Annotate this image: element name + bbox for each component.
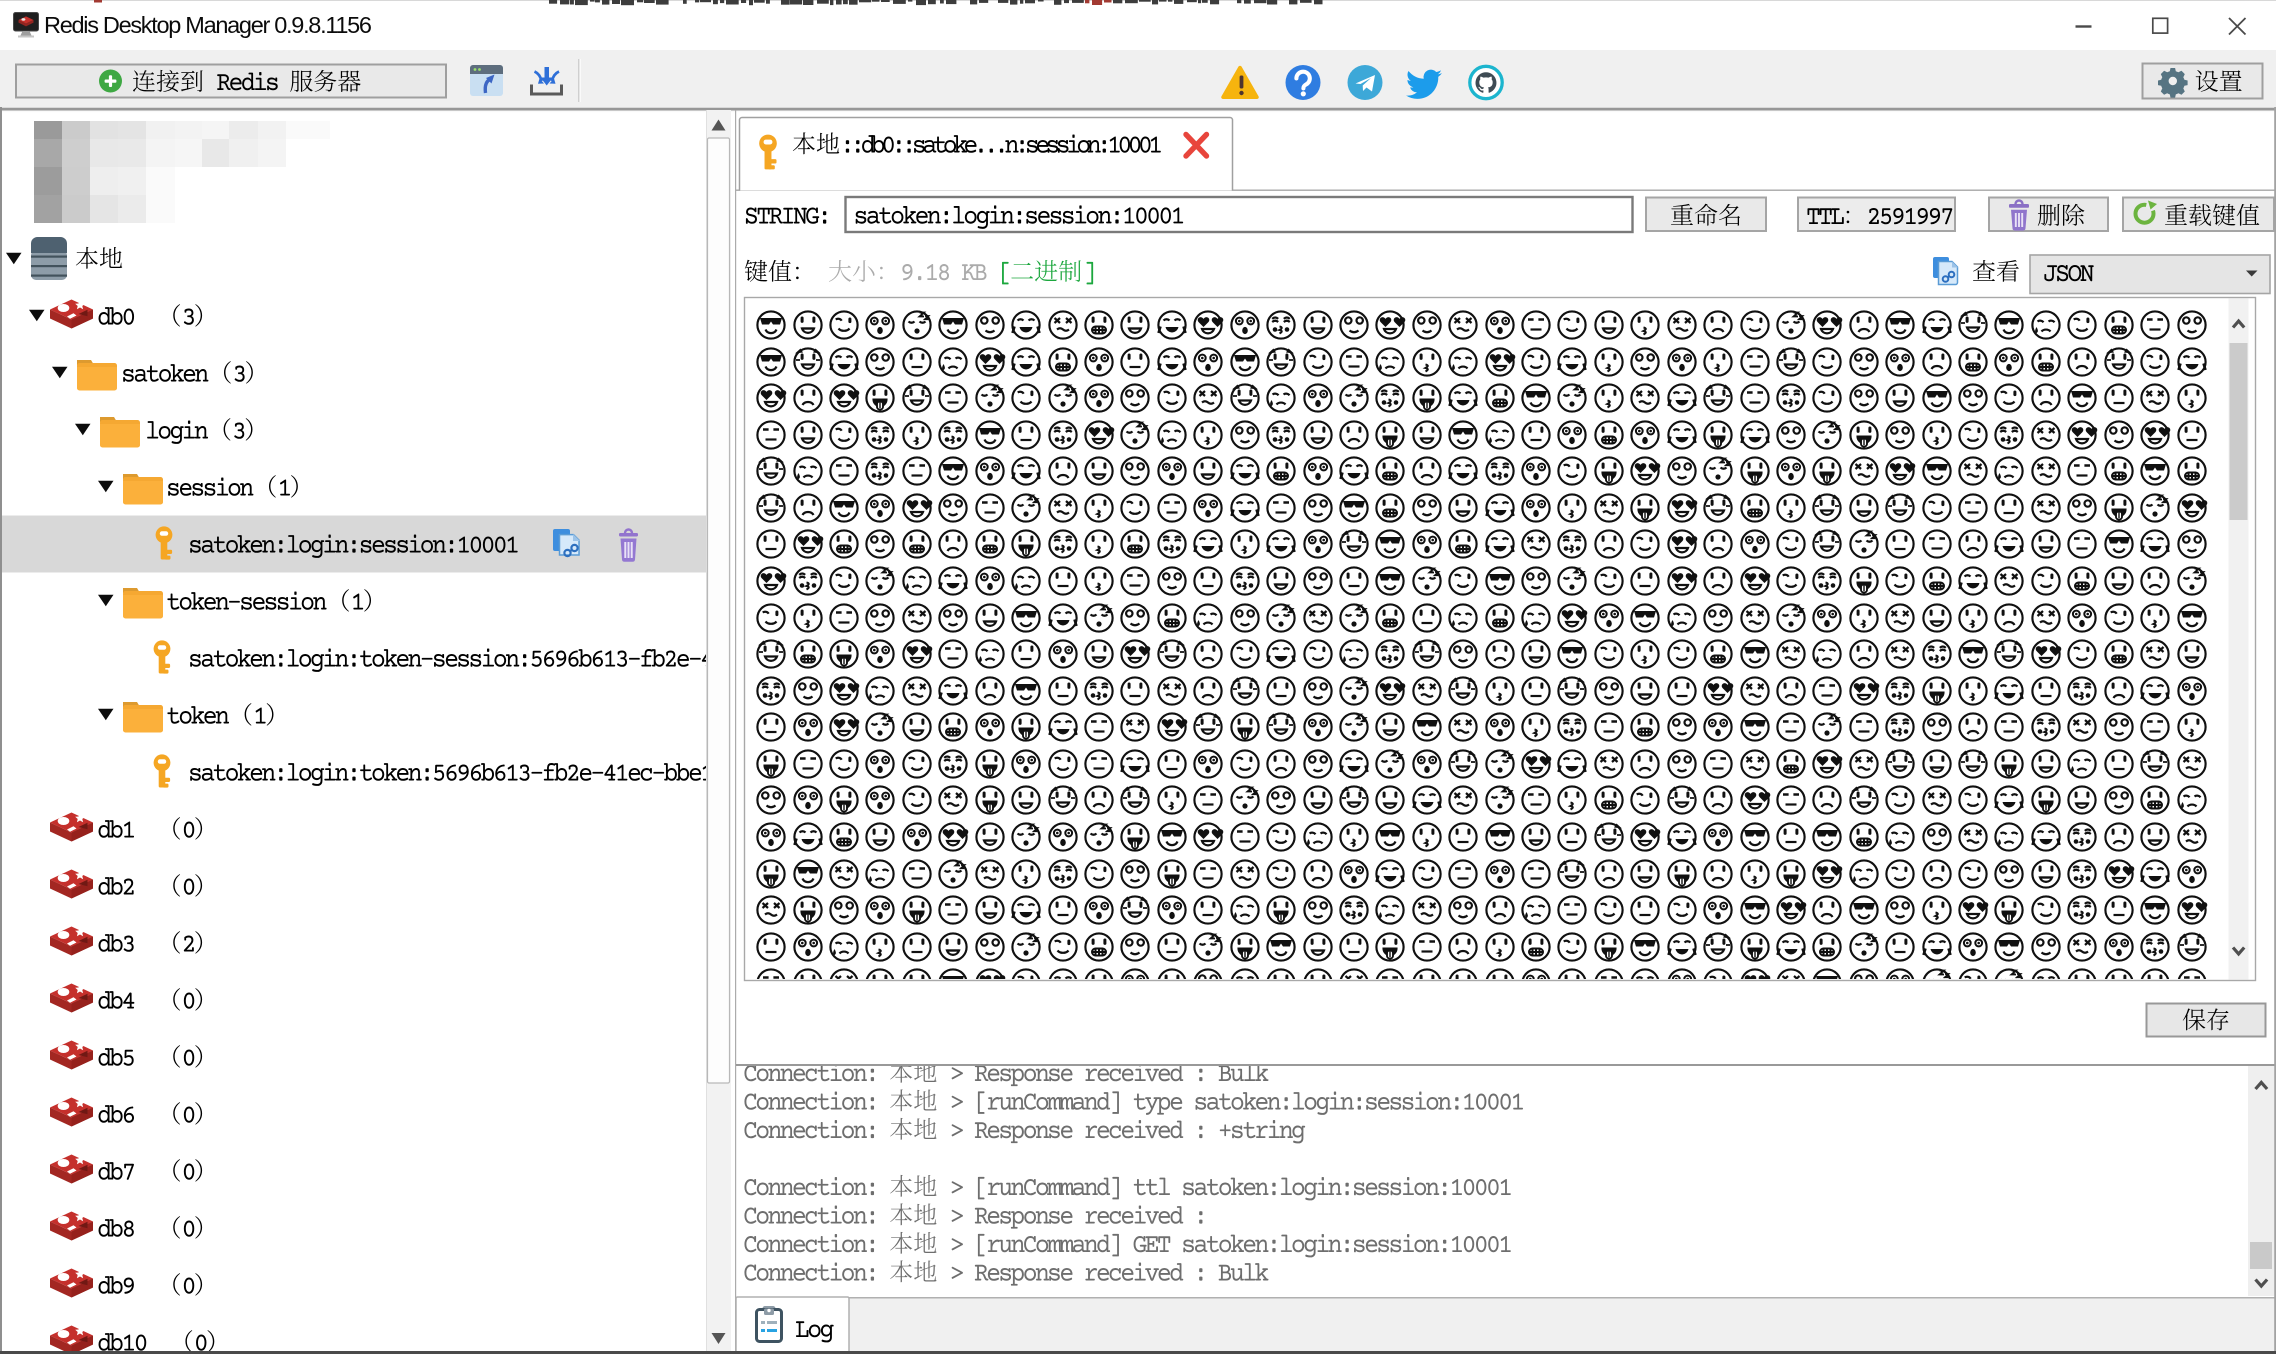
- svg-text:Redis Desktop Manager 0.9.8.11: Redis Desktop Manager 0.9.8.1156: [44, 12, 372, 38]
